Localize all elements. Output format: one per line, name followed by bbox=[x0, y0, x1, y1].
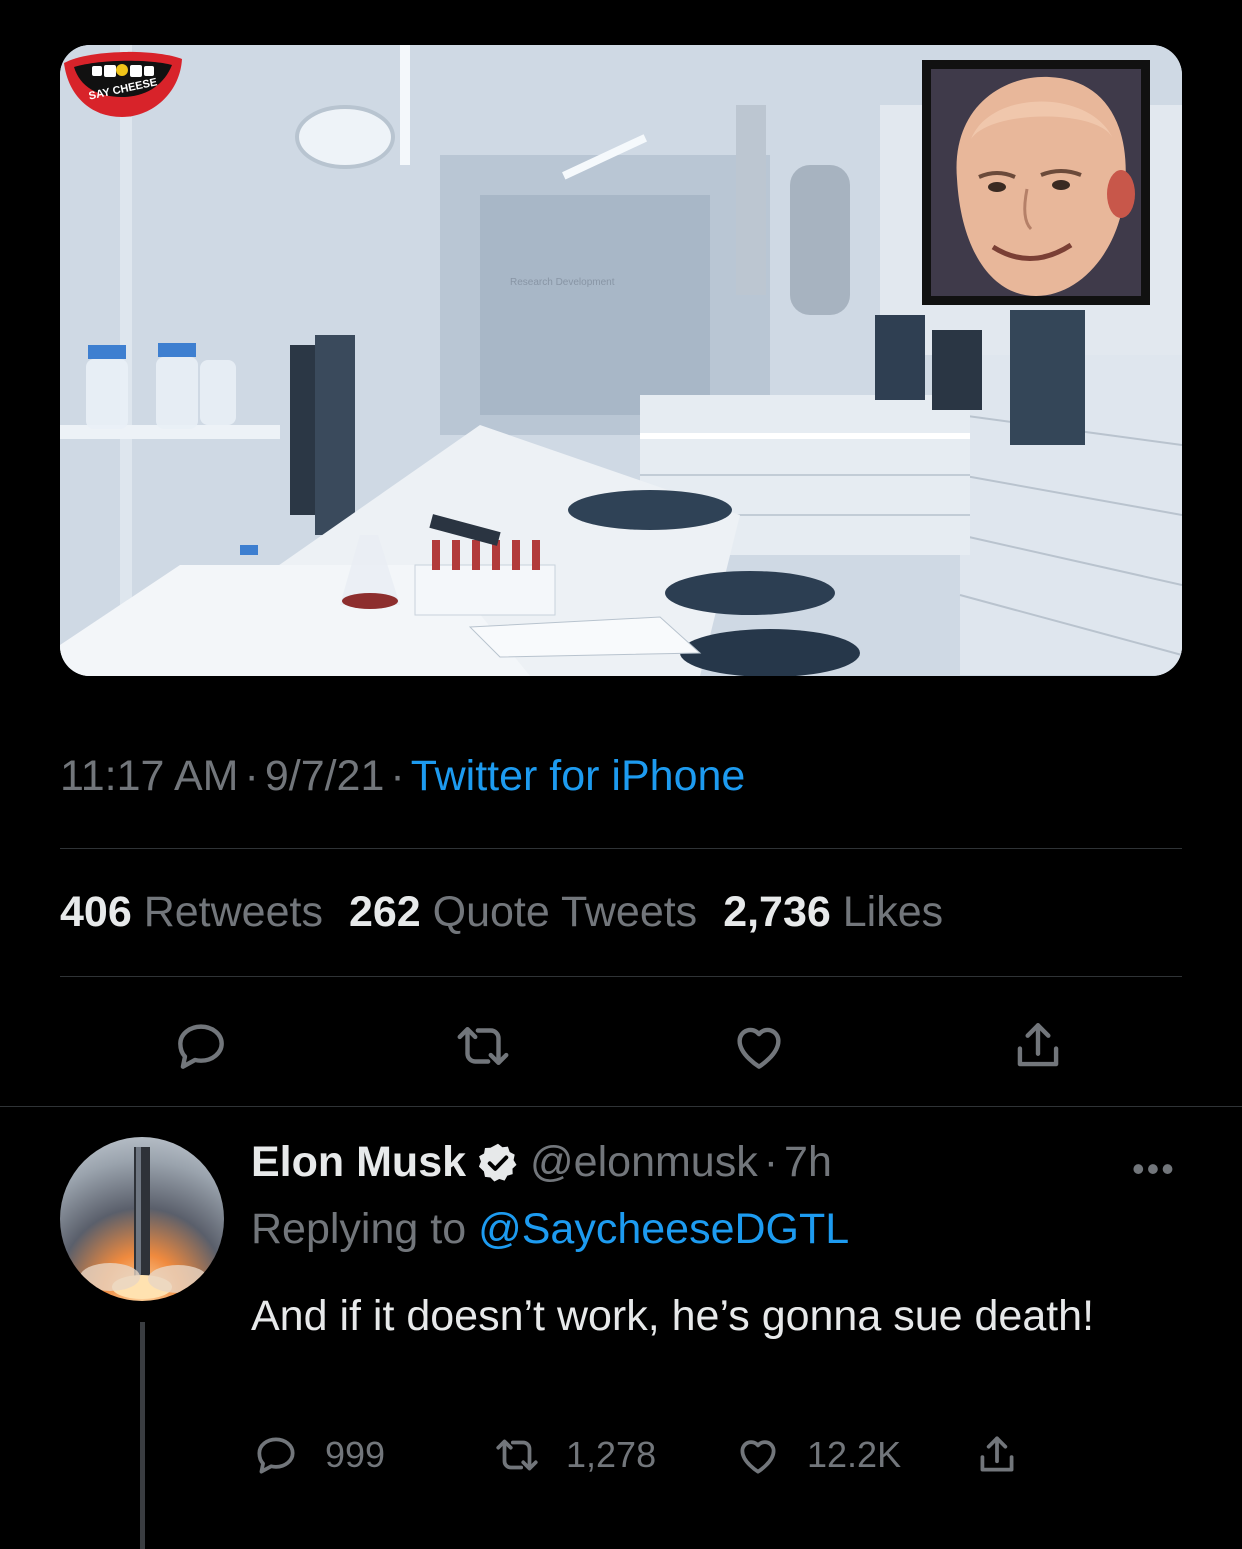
reply-text: And if it doesn’t work, he’s gonna sue d… bbox=[251, 1292, 1095, 1340]
reply-time[interactable]: 7h bbox=[784, 1138, 832, 1187]
tweet-media-image[interactable]: Research Development SAY CHEESE bbox=[60, 45, 1182, 676]
rocket-launch-image bbox=[80, 1147, 208, 1299]
separator-dot: · bbox=[244, 752, 259, 800]
author-name[interactable]: Elon Musk bbox=[251, 1138, 466, 1187]
separator-dot: · bbox=[390, 752, 405, 800]
replying-label: Replying to bbox=[251, 1205, 467, 1253]
like-button[interactable] bbox=[724, 1011, 794, 1081]
author-handle[interactable]: @elonmusk bbox=[530, 1138, 758, 1187]
reply-retweet-button[interactable]: 1,278 bbox=[492, 1427, 656, 1483]
divider bbox=[0, 1106, 1242, 1107]
retweet-count: 1,278 bbox=[566, 1434, 657, 1475]
reply-header: Elon Musk @elonmusk · 7h bbox=[251, 1138, 832, 1187]
verified-badge-icon bbox=[478, 1143, 517, 1182]
retweet-icon bbox=[496, 1439, 538, 1471]
replying-to: Replying to @SaycheeseDGTL bbox=[251, 1205, 849, 1254]
reply-icon bbox=[178, 1024, 224, 1069]
tweet-stats: 406 Retweets 262 Quote Tweets 2,736 Likes bbox=[60, 888, 943, 937]
share-button[interactable] bbox=[1003, 1011, 1073, 1081]
reply-count: 999 bbox=[325, 1434, 386, 1475]
divider bbox=[60, 976, 1182, 977]
retweet-button[interactable] bbox=[448, 1011, 518, 1081]
tweet-source-link[interactable]: Twitter for iPhone bbox=[411, 752, 746, 800]
more-options-icon[interactable]: ••• bbox=[1132, 1148, 1176, 1190]
like-icon bbox=[737, 1027, 781, 1069]
like-count: 12.2K bbox=[807, 1434, 902, 1475]
reply-like-button[interactable]: 12.2K bbox=[733, 1427, 901, 1483]
share-icon bbox=[980, 1436, 1014, 1472]
share-icon bbox=[1017, 1023, 1059, 1067]
separator-dot: · bbox=[763, 1138, 779, 1186]
bald-man-face bbox=[956, 76, 1135, 296]
tweet-date[interactable]: 9/7/21 bbox=[265, 752, 385, 800]
svg-text:Research Development: Research Development bbox=[510, 277, 615, 288]
reply-reply-button[interactable]: 999 bbox=[251, 1427, 385, 1483]
avatar[interactable] bbox=[60, 1137, 224, 1301]
divider bbox=[60, 848, 1182, 849]
retweet-icon bbox=[457, 1027, 509, 1065]
reply-share-button[interactable] bbox=[972, 1427, 1046, 1483]
like-icon bbox=[740, 1440, 776, 1474]
mention-link[interactable]: @SaycheeseDGTL bbox=[478, 1205, 849, 1253]
tweet-timestamp: 11:17 AM · 9/7/21 · Twitter for iPhone bbox=[60, 752, 745, 801]
tweet-time: 11:17 AM bbox=[60, 752, 239, 800]
thread-line bbox=[140, 1322, 145, 1549]
quote-tweets-stat[interactable]: 262 Quote Tweets bbox=[349, 888, 697, 936]
likes-stat[interactable]: 2,736 Likes bbox=[723, 888, 943, 936]
reply-icon bbox=[257, 1437, 295, 1474]
retweets-stat[interactable]: 406 Retweets bbox=[60, 888, 323, 936]
reply-button[interactable] bbox=[166, 1011, 236, 1081]
portrait-inset bbox=[922, 60, 1150, 305]
say-cheese-logo: SAY CHEESE bbox=[64, 51, 182, 117]
